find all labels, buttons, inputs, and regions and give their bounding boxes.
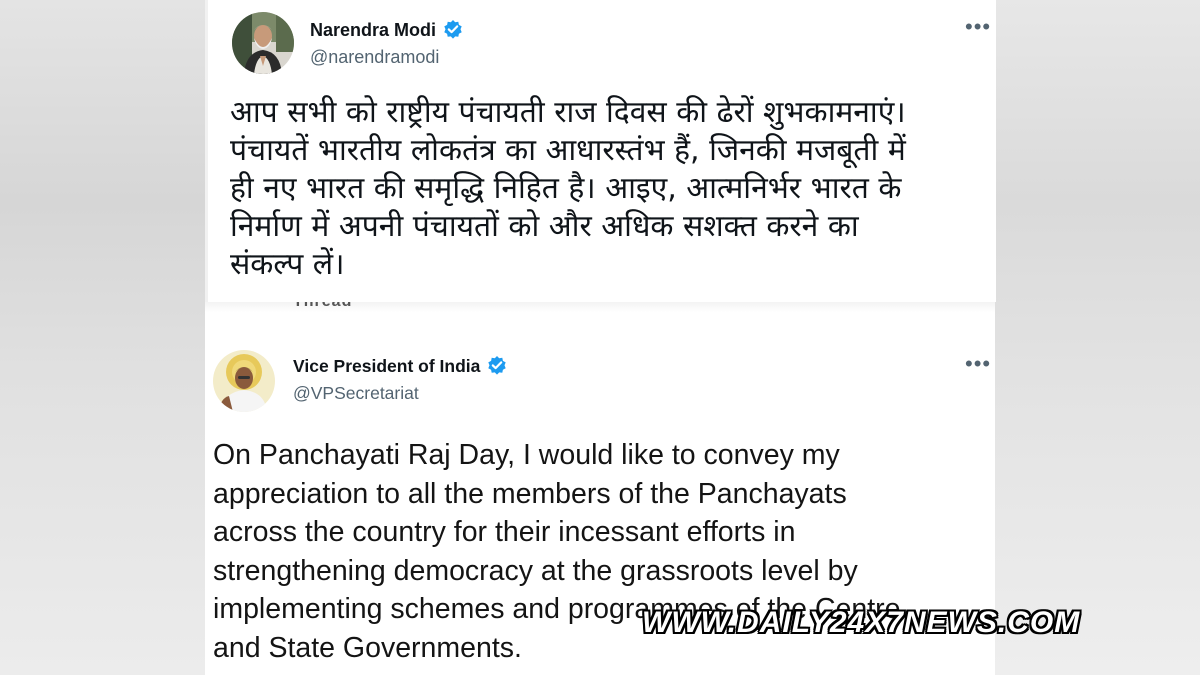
watermark: WWW.DAILY24X7NEWS.COM bbox=[642, 606, 1081, 639]
verified-badge-icon bbox=[442, 19, 464, 41]
author-handle[interactable]: @narendramodi bbox=[310, 47, 439, 68]
tweet-text: आप सभी को राष्ट्रीय पंचायती राज दिवस की … bbox=[230, 95, 906, 282]
avatar-vice-president[interactable] bbox=[213, 350, 275, 412]
thread-label: Thread bbox=[293, 302, 352, 311]
avatar-modi[interactable] bbox=[232, 12, 294, 74]
more-options-icon[interactable]: ••• bbox=[965, 16, 991, 38]
crop-seam: Thread bbox=[205, 302, 995, 312]
author-name[interactable]: Vice President of India bbox=[293, 356, 480, 377]
author-row: Narendra Modi bbox=[310, 19, 464, 41]
tweet-card-modi: Narendra Modi @narendramodi ••• आप सभी क… bbox=[208, 0, 996, 302]
left-blur-background bbox=[0, 0, 205, 675]
more-options-icon[interactable]: ••• bbox=[965, 353, 991, 375]
right-blur-background bbox=[995, 0, 1200, 675]
verified-badge-icon bbox=[486, 355, 508, 377]
author-handle[interactable]: @VPSecretariat bbox=[293, 383, 419, 404]
author-row: Vice President of India bbox=[293, 355, 508, 377]
author-name[interactable]: Narendra Modi bbox=[310, 20, 436, 41]
